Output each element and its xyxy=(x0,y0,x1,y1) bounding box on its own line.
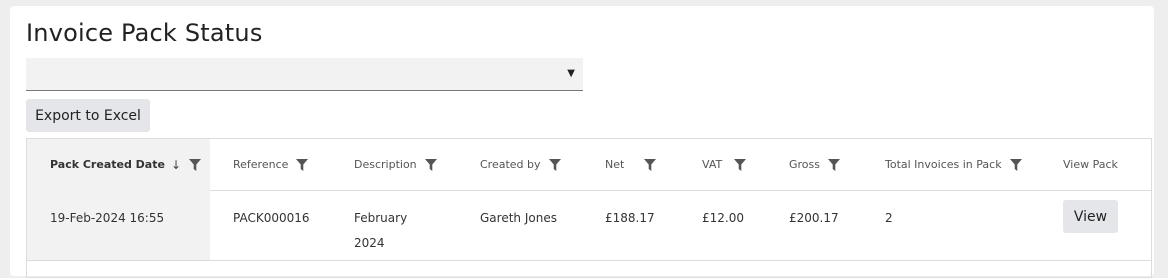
cell-view-pack: View xyxy=(1063,190,1151,260)
description-line: February xyxy=(354,211,408,225)
column-header-gross[interactable]: Gross xyxy=(789,139,885,190)
column-header-label: Reference xyxy=(233,158,289,171)
caret-down-icon: ▼ xyxy=(567,68,575,79)
view-pack-button[interactable]: View xyxy=(1063,200,1118,233)
column-header-label: Description xyxy=(354,158,417,171)
filter-icon[interactable] xyxy=(828,158,840,171)
column-header-view-pack: View Pack xyxy=(1063,139,1151,190)
filter-icon[interactable] xyxy=(1009,158,1022,171)
cell-total-invoices: 2 xyxy=(885,211,893,225)
column-header-label: VAT xyxy=(702,158,723,171)
column-header-label: Created by xyxy=(480,158,541,171)
column-header-net[interactable]: Net xyxy=(605,139,701,190)
column-header-pack-created-date[interactable]: Pack Created Date ↓ xyxy=(27,139,210,190)
filter-icon[interactable] xyxy=(296,158,309,171)
table-header-row: Pack Created Date ↓ Reference Descriptio… xyxy=(27,139,1151,191)
filter-icon[interactable] xyxy=(644,158,657,171)
cell-gross: £200.17 xyxy=(789,211,839,225)
export-to-excel-button[interactable]: Export to Excel xyxy=(26,99,150,132)
column-header-label: View Pack xyxy=(1063,158,1118,171)
column-header-label: Total Invoices in Pack xyxy=(885,158,1002,171)
filter-icon[interactable] xyxy=(189,158,201,171)
cell-vat: £12.00 xyxy=(702,211,744,225)
column-header-total-invoices[interactable]: Total Invoices in Pack xyxy=(885,139,1061,190)
cell-pack-created-date: 19-Feb-2024 16:55 xyxy=(27,190,210,260)
column-header-label: Pack Created Date xyxy=(50,158,165,171)
column-header-label: Net xyxy=(605,158,625,171)
description-line: 2024 xyxy=(354,236,385,250)
column-header-created-by[interactable]: Created by xyxy=(480,139,604,190)
filter-icon[interactable] xyxy=(424,158,437,171)
page-title: Invoice Pack Status xyxy=(26,19,263,47)
cell-net: £188.17 xyxy=(605,211,655,225)
cell-description: February 2024 xyxy=(354,190,478,260)
column-header-description[interactable]: Description xyxy=(354,139,478,190)
invoice-pack-table: Pack Created Date ↓ Reference Descriptio… xyxy=(26,138,1152,278)
filter-icon[interactable] xyxy=(734,158,747,171)
arrow-down-icon[interactable]: ↓ xyxy=(171,158,181,172)
column-header-vat[interactable]: VAT xyxy=(702,139,788,190)
filter-icon[interactable] xyxy=(548,158,561,171)
cell-reference: PACK000016 xyxy=(233,211,310,225)
column-header-label: Gross xyxy=(789,158,820,171)
invoice-pack-card: Invoice Pack Status ▼ Export to Excel Pa… xyxy=(10,6,1154,278)
table-row: 19-Feb-2024 16:55 PACK000016 February 20… xyxy=(27,190,1151,261)
column-header-reference[interactable]: Reference xyxy=(233,139,351,190)
pack-select[interactable]: ▼ xyxy=(26,58,583,91)
cell-created-by: Gareth Jones xyxy=(480,211,557,225)
